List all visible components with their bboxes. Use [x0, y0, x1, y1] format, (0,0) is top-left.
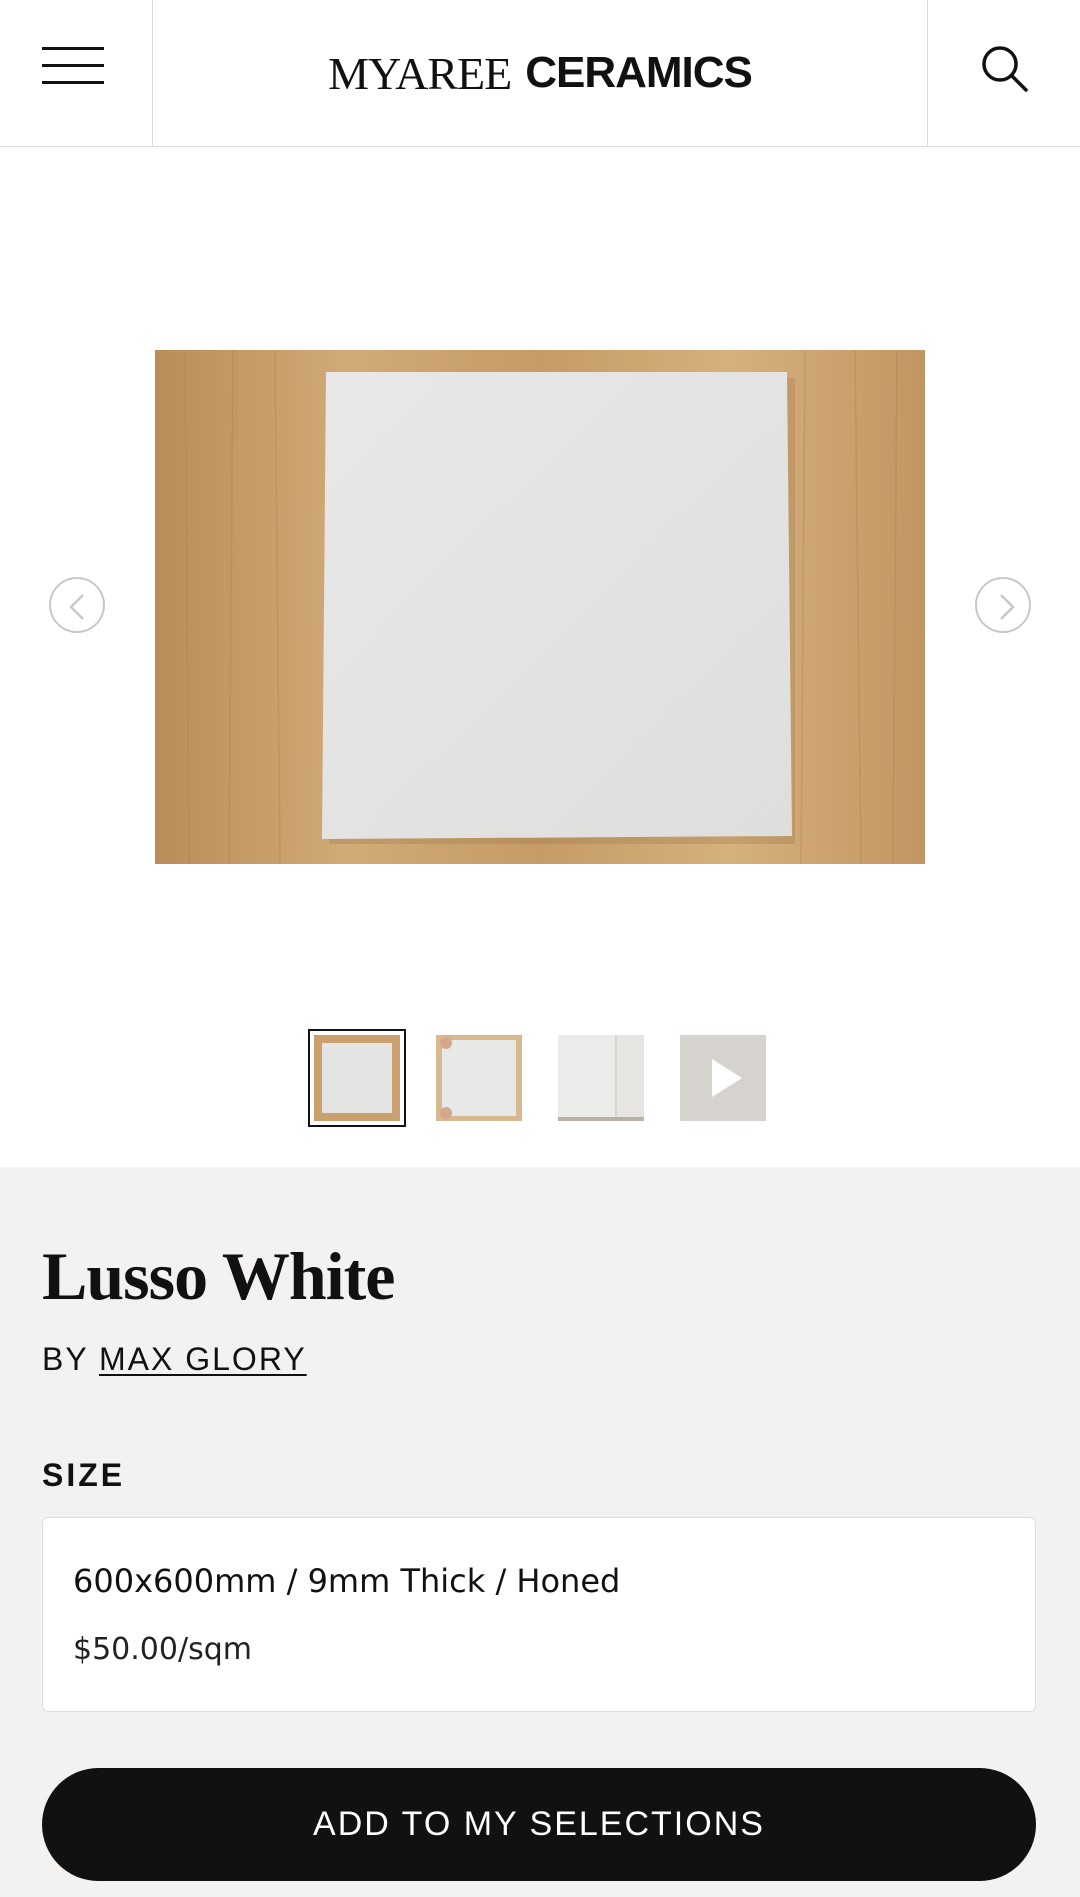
- site-header: MYAREE CERAMICS: [0, 0, 1080, 147]
- search-button[interactable]: [927, 0, 1080, 146]
- brand-link[interactable]: MAX GLORY: [99, 1341, 307, 1377]
- thumbnail-image: [314, 1035, 400, 1121]
- product-main-image[interactable]: [155, 349, 925, 865]
- play-icon: [680, 1035, 766, 1121]
- product-title: Lusso White: [42, 1238, 395, 1314]
- chevron-left-icon: [69, 594, 84, 620]
- product-brand-line: BY MAX GLORY: [42, 1341, 307, 1378]
- product-gallery: [0, 147, 1080, 1167]
- tile-on-wood-image: [155, 349, 925, 865]
- product-details: Lusso White BY MAX GLORY SIZE 600x600mm …: [0, 1167, 1080, 1897]
- gallery-thumbnail-video[interactable]: [680, 1035, 766, 1121]
- chevron-right-icon: [1000, 594, 1015, 620]
- site-logo[interactable]: MYAREE CERAMICS: [153, 0, 927, 146]
- gallery-thumbnail-1[interactable]: [308, 1029, 406, 1127]
- hamburger-menu-icon-line: [42, 81, 104, 84]
- search-icon: [982, 46, 1028, 92]
- gallery-thumbnail-2[interactable]: [436, 1035, 522, 1121]
- add-to-selections-button[interactable]: ADD TO MY SELECTIONS: [42, 1768, 1036, 1881]
- thumbnail-image: [436, 1035, 522, 1121]
- next-image-button[interactable]: [975, 577, 1031, 633]
- gallery-thumbnail-3[interactable]: [558, 1035, 644, 1121]
- size-option-price: $50.00/sqm: [73, 1632, 252, 1667]
- size-label: SIZE: [42, 1457, 126, 1493]
- logo-word-myaree: MYAREE: [328, 47, 512, 99]
- previous-image-button[interactable]: [49, 577, 105, 633]
- thumbnail-image: [558, 1035, 644, 1121]
- size-option[interactable]: 600x600mm / 9mm Thick / Honed $50.00/sqm: [42, 1517, 1036, 1712]
- hamburger-menu-icon-line: [42, 64, 104, 67]
- menu-button[interactable]: [0, 0, 153, 146]
- hamburger-menu-icon: [42, 47, 104, 50]
- size-option-name: 600x600mm / 9mm Thick / Honed: [73, 1562, 621, 1600]
- by-label: BY: [42, 1341, 89, 1377]
- logo-word-ceramics: CERAMICS: [525, 48, 753, 97]
